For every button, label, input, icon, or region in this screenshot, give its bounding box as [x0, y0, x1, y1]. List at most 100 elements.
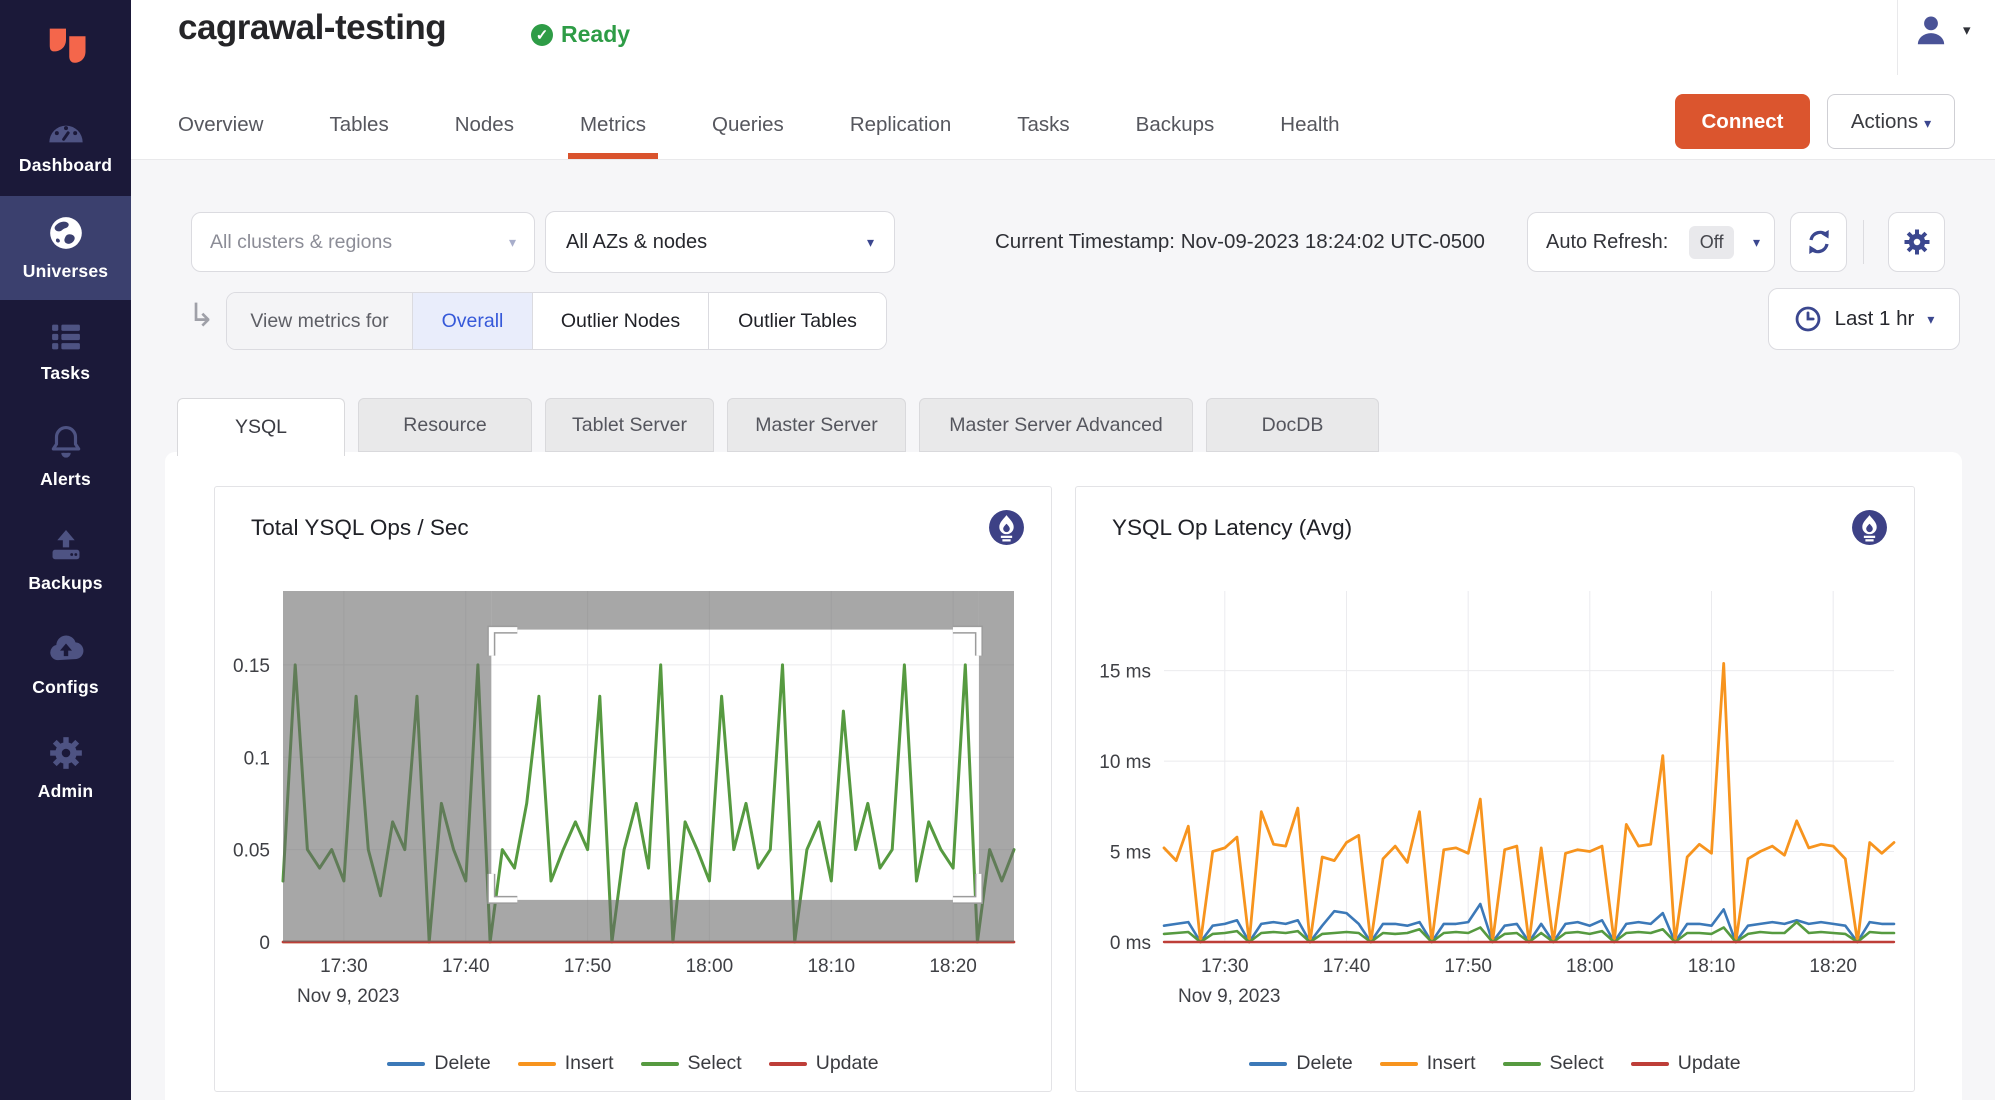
gear-icon: [47, 734, 85, 772]
tab-replication[interactable]: Replication: [850, 95, 951, 159]
svg-text:18:10: 18:10: [1688, 956, 1736, 977]
tab-backups[interactable]: Backups: [1136, 95, 1215, 159]
svg-text:18:00: 18:00: [1566, 956, 1614, 977]
tab-metrics[interactable]: Metrics: [580, 95, 646, 159]
sidebar-item-backups[interactable]: Backups: [0, 508, 131, 612]
legend-item-select[interactable]: Select: [641, 1052, 742, 1075]
svg-text:0: 0: [259, 933, 270, 954]
sidebar-item-dashboard[interactable]: Dashboard: [0, 92, 131, 196]
svg-text:17:40: 17:40: [1323, 956, 1371, 977]
legend-swatch: [1380, 1062, 1418, 1066]
selection-corner-bracket: [491, 874, 517, 900]
header-divider: [1897, 0, 1898, 75]
user-menu[interactable]: ▾: [1913, 12, 1971, 48]
upload-tray-icon: [47, 526, 85, 564]
selection-corner-bracket: [953, 874, 979, 900]
actions-button[interactable]: Actions▾: [1827, 94, 1955, 149]
sidebar-item-admin[interactable]: Admin: [0, 716, 131, 820]
svg-text:17:50: 17:50: [564, 956, 612, 977]
tab-tables[interactable]: Tables: [329, 95, 388, 159]
chart-legend: Delete Insert Select Update: [215, 1052, 1051, 1075]
legend-label: Select: [1550, 1052, 1604, 1075]
bell-icon: [47, 422, 85, 460]
legend-swatch: [769, 1062, 807, 1066]
sidebar-item-alerts[interactable]: Alerts: [0, 404, 131, 508]
legend-label: Insert: [565, 1052, 614, 1075]
chart-card-total-ysql-ops: Total YSQL Ops / Sec 00.050.10.1517:3017…: [214, 486, 1052, 1092]
metric-tab-master-server-advanced[interactable]: Master Server Advanced: [919, 398, 1193, 452]
legend-swatch: [387, 1062, 425, 1066]
selection-corner-bracket: [491, 630, 517, 656]
universe-title: cagrawal-testing: [178, 8, 446, 48]
legend-label: Insert: [1427, 1052, 1476, 1075]
az-nodes-dropdown[interactable]: All AZs & nodes ▾: [545, 211, 895, 273]
sidebar-item-tasks[interactable]: Tasks: [0, 300, 131, 404]
legend-label: Delete: [1296, 1052, 1352, 1075]
chevron-down-icon: ▾: [1927, 311, 1934, 328]
auto-refresh-dropdown[interactable]: Auto Refresh: Off ▾: [1527, 212, 1775, 272]
legend-item-insert[interactable]: Insert: [1380, 1052, 1476, 1075]
view-metrics-option-outlier-tables[interactable]: Outlier Tables: [709, 293, 886, 349]
tab-overview[interactable]: Overview: [178, 95, 263, 159]
legend-label: Update: [1678, 1052, 1741, 1075]
connect-button[interactable]: Connect: [1675, 94, 1810, 149]
legend-label: Select: [688, 1052, 742, 1075]
sidebar-item-label: Alerts: [40, 469, 91, 490]
sub-level-arrow-icon: ↳: [188, 296, 215, 334]
tab-health[interactable]: Health: [1280, 95, 1339, 159]
chart-legend: Delete Insert Select Update: [1076, 1052, 1914, 1075]
svg-text:0.05: 0.05: [233, 841, 270, 862]
sidebar-item-label: Dashboard: [19, 155, 112, 176]
metric-tab-tablet-server[interactable]: Tablet Server: [545, 398, 714, 452]
metric-tab-master-server[interactable]: Master Server: [727, 398, 906, 452]
legend-item-insert[interactable]: Insert: [518, 1052, 614, 1075]
yugabyte-logo[interactable]: [0, 0, 131, 92]
legend-item-update[interactable]: Update: [769, 1052, 879, 1075]
legend-swatch: [1249, 1062, 1287, 1066]
check-circle-icon: ✓: [531, 24, 553, 46]
gauge-icon: [46, 112, 86, 146]
selection-corner-bracket: [953, 630, 979, 656]
metric-tab-resource[interactable]: Resource: [358, 398, 532, 452]
svg-text:18:10: 18:10: [807, 956, 855, 977]
metric-group-tabs: YSQL Resource Tablet Server Master Serve…: [177, 398, 1379, 456]
metrics-panel: Total YSQL Ops / Sec 00.050.10.1517:3017…: [165, 452, 1962, 1100]
refresh-icon: [1804, 227, 1834, 257]
refresh-button[interactable]: [1790, 212, 1847, 272]
x-axis-date-label: Nov 9, 2023: [297, 986, 399, 1007]
svg-text:18:00: 18:00: [686, 956, 734, 977]
chevron-down-icon: ▾: [867, 234, 874, 251]
metric-tab-docdb[interactable]: DocDB: [1206, 398, 1379, 452]
chart-plot-area[interactable]: 00.050.10.1517:3017:4017:5018:0018:1018:…: [215, 487, 1053, 1007]
tab-nodes[interactable]: Nodes: [455, 95, 514, 159]
header: cagrawal-testing ✓ Ready ▾ Overview Tabl…: [131, 0, 1995, 160]
sidebar-item-universes[interactable]: Universes: [0, 196, 131, 300]
settings-button[interactable]: [1888, 212, 1945, 272]
user-avatar-icon: [1913, 12, 1949, 48]
clusters-regions-dropdown[interactable]: All clusters & regions ▾: [191, 212, 535, 272]
time-range-dropdown[interactable]: Last 1 hr ▾: [1768, 288, 1960, 350]
view-metrics-option-overall[interactable]: Overall: [413, 293, 533, 349]
legend-item-select[interactable]: Select: [1503, 1052, 1604, 1075]
cloud-upload-icon: [46, 630, 86, 668]
svg-text:0.1: 0.1: [244, 748, 270, 769]
legend-item-delete[interactable]: Delete: [387, 1052, 490, 1075]
legend-item-update[interactable]: Update: [1631, 1052, 1741, 1075]
metric-tab-ysql[interactable]: YSQL: [177, 398, 345, 456]
tab-tasks[interactable]: Tasks: [1017, 95, 1069, 159]
legend-label: Delete: [434, 1052, 490, 1075]
chart-plot-area[interactable]: 0 ms5 ms10 ms15 ms17:3017:4017:5018:0018…: [1076, 487, 1916, 1007]
sidebar-item-label: Configs: [32, 677, 99, 698]
svg-text:0 ms: 0 ms: [1110, 933, 1151, 954]
svg-text:5 ms: 5 ms: [1110, 843, 1151, 864]
view-metrics-option-outlier-nodes[interactable]: Outlier Nodes: [533, 293, 709, 349]
svg-text:18:20: 18:20: [929, 956, 977, 977]
legend-item-delete[interactable]: Delete: [1249, 1052, 1352, 1075]
globe-icon: [47, 214, 85, 252]
view-metrics-label: View metrics for: [227, 293, 413, 349]
tab-queries[interactable]: Queries: [712, 95, 784, 159]
universe-tab-bar: Overview Tables Nodes Metrics Queries Re…: [178, 95, 1340, 159]
svg-text:17:30: 17:30: [320, 956, 368, 977]
sidebar: Dashboard Universes Tasks Alerts: [0, 0, 131, 1100]
sidebar-item-configs[interactable]: Configs: [0, 612, 131, 716]
